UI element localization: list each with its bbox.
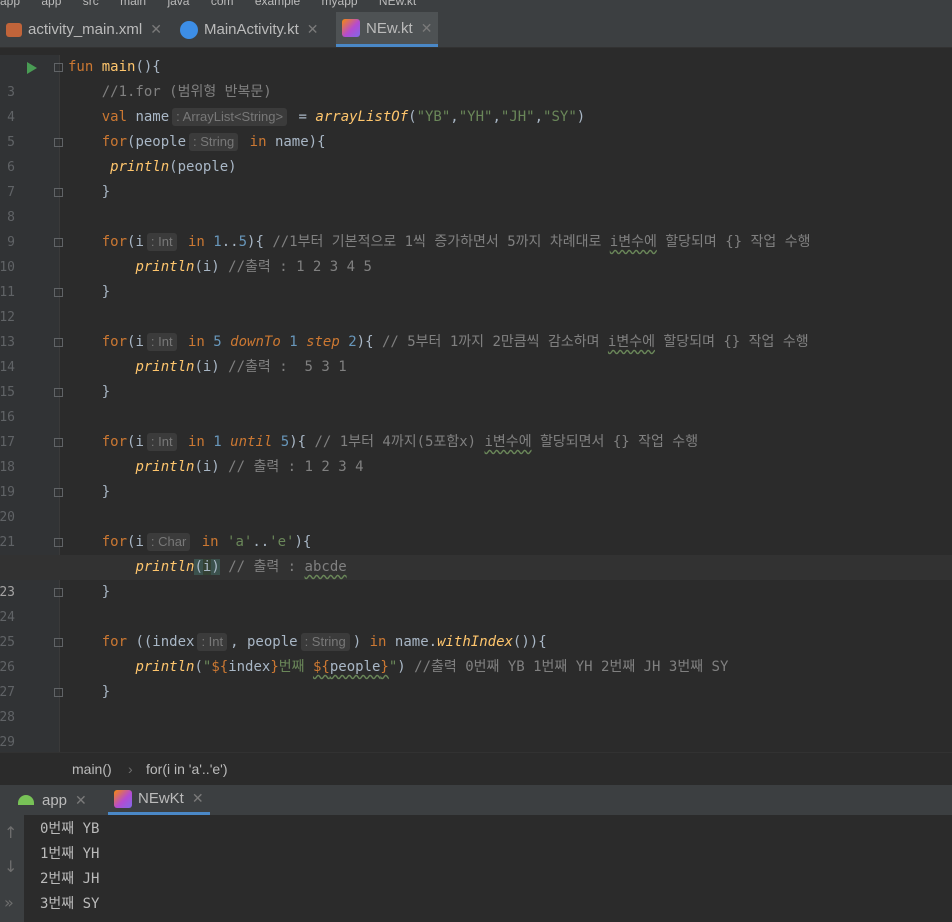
arrow-down-icon[interactable]: ↓ (4, 857, 17, 876)
kotlin-class-icon (180, 20, 198, 39)
code-line[interactable]: 8 } (0, 180, 952, 225)
fold-icon[interactable] (54, 538, 63, 547)
code-line-current[interactable]: 23 println(i) // 출력 : abcde (0, 555, 952, 600)
code-line[interactable]: 6 for(people: String in name){ (0, 130, 952, 175)
tab-activity-main-xml[interactable]: activity_main.xml ✕ (0, 12, 168, 47)
tab-label: activity_main.xml (28, 21, 143, 38)
close-icon[interactable]: ✕ (192, 790, 204, 807)
type-hint: : Int (197, 633, 228, 651)
code-line[interactable]: 22 for(i: Char in 'a'..'e'){ (0, 530, 952, 575)
code-line[interactable]: 28 } (0, 680, 952, 725)
chevron-right-icon: › (128, 761, 133, 777)
breadcrumb-item[interactable]: myapp (322, 0, 358, 8)
close-icon[interactable]: ✕ (75, 792, 87, 809)
fold-icon[interactable] (54, 638, 63, 647)
code-line[interactable]: 13 (0, 305, 952, 350)
breadcrumb-main[interactable]: main() (72, 753, 112, 785)
type-hint: : ArrayList<String> (172, 108, 288, 126)
code-line[interactable]: 21 (0, 505, 952, 550)
run-tabbar: app ✕ NEwKt ✕ (0, 785, 952, 815)
fold-icon[interactable] (54, 388, 63, 397)
code-line[interactable]: 5 val name: ArrayList<String> = arrayLis… (0, 105, 952, 150)
kotlin-file-icon (114, 789, 132, 808)
path-breadcrumb: app app src main java com example myapp … (0, 0, 952, 12)
console-toolbar: ↑ ↓ » (0, 815, 24, 922)
code-line[interactable]: 9 (0, 205, 952, 250)
code-line[interactable]: 24 } (0, 580, 952, 625)
fold-icon[interactable] (54, 688, 63, 697)
type-hint: : Int (146, 433, 177, 451)
run-tab-label: app (42, 791, 68, 809)
tab-label: NEw.kt (366, 19, 413, 37)
fold-icon[interactable] (54, 238, 63, 247)
expand-more-icon[interactable]: » (4, 893, 14, 912)
code-editor[interactable]: 3 fun main(){ 4 //1.for (범위형 반복문) 5 val … (0, 55, 952, 775)
code-line[interactable]: 14 for(i: Int in 5 downTo 1 step 2){ // … (0, 330, 952, 375)
code-line[interactable]: 16 } (0, 380, 952, 425)
code-line[interactable]: 26 for ((index: Int, people: String) in … (0, 630, 952, 675)
code-line[interactable]: 25 (0, 605, 952, 650)
tab-mainactivity-kt[interactable]: MainActivity.kt ✕ (174, 12, 324, 47)
breadcrumb-item[interactable]: NEw.kt (379, 0, 416, 8)
breadcrumb-item[interactable]: src (83, 0, 99, 8)
close-icon[interactable]: ✕ (150, 21, 162, 38)
fold-icon[interactable] (54, 338, 63, 347)
type-hint: : Int (146, 233, 177, 251)
editor-tabbar: activity_main.xml ✕ MainActivity.kt ✕ NE… (0, 12, 952, 48)
code-line[interactable]: 3 fun main(){ (0, 55, 952, 100)
breadcrumb-item[interactable]: main (120, 0, 146, 8)
code-line[interactable]: 20 } (0, 480, 952, 525)
breadcrumb-for-loop[interactable]: for(i in 'a'..'e') (146, 753, 228, 785)
breadcrumb-item[interactable]: java (167, 0, 189, 8)
code-line[interactable]: 11 println(i) //출력 : 1 2 3 4 5 (0, 255, 952, 300)
fold-icon[interactable] (54, 188, 63, 197)
close-icon[interactable]: ✕ (421, 20, 433, 37)
code-line[interactable]: 7 println(people) (0, 155, 952, 200)
code-line[interactable]: 15 println(i) //출력 : 5 3 1 (0, 355, 952, 400)
type-hint: : Char (146, 533, 191, 551)
tab-label: MainActivity.kt (204, 21, 299, 38)
code-line[interactable]: 19 println(i) // 출력 : 1 2 3 4 (0, 455, 952, 500)
console-line: 2번째 JH (40, 871, 100, 887)
run-tab-app[interactable]: app ✕ (12, 785, 93, 815)
console-line: 1번째 YH (40, 846, 100, 862)
type-hint: : String (189, 133, 239, 151)
fold-icon[interactable] (54, 288, 63, 297)
run-tab-newkt[interactable]: NEwKt ✕ (108, 785, 210, 815)
code-breadcrumb: main() › for(i in 'a'..'e') (0, 752, 952, 785)
code-line[interactable]: 10 for(i: Int in 1..5){ //1부터 기본적으로 1씩 증… (0, 230, 952, 275)
console-line: 3번째 SY (40, 896, 100, 912)
fold-icon[interactable] (54, 438, 63, 447)
type-hint: : String (300, 633, 350, 651)
fold-icon[interactable] (54, 138, 63, 147)
fold-icon[interactable] (54, 63, 63, 72)
kotlin-file-icon (342, 19, 360, 37)
run-icon[interactable] (27, 62, 37, 74)
code-line[interactable]: 18 for(i: Int in 1 until 5){ // 1부터 4까지(… (0, 430, 952, 475)
breadcrumb-item[interactable]: com (211, 0, 234, 8)
code-line[interactable]: 27 println("${index}번째 ${people}") //출력 … (0, 655, 952, 700)
code-line[interactable]: 12 } (0, 280, 952, 325)
breadcrumb-item[interactable]: app (41, 0, 61, 8)
run-tab-label: NEwKt (138, 790, 184, 807)
code-line[interactable]: 4 //1.for (범위형 반복문) (0, 80, 952, 125)
breadcrumb-item[interactable]: example (255, 0, 300, 8)
xml-file-icon (6, 22, 22, 37)
run-console[interactable]: ↑ ↓ » 0번째 YB 1번째 YH 2번째 JH 3번째 SY (0, 815, 952, 922)
fold-icon[interactable] (54, 588, 63, 597)
fold-icon[interactable] (54, 488, 63, 497)
code-line[interactable]: 29 (0, 705, 952, 750)
breadcrumb-item[interactable]: app (0, 0, 20, 8)
type-hint: : Int (146, 333, 177, 351)
arrow-up-icon[interactable]: ↑ (4, 823, 17, 842)
close-icon[interactable]: ✕ (307, 21, 319, 38)
code-line[interactable]: 17 (0, 405, 952, 450)
tab-new-kt[interactable]: NEw.kt ✕ (336, 12, 439, 47)
android-icon (18, 795, 34, 805)
console-line: 0번째 YB (40, 821, 100, 837)
